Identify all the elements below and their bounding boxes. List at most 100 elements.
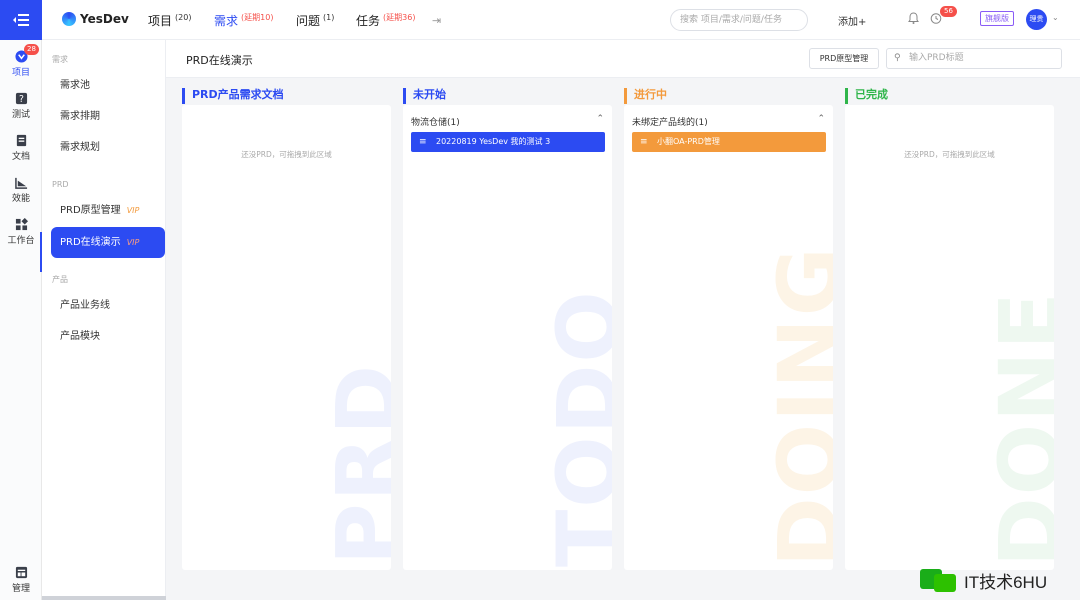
secondary-sidebar: 需求 需求池 需求排期 需求规划 PRD PRD原型管理 VIP PRD在线演示 V… bbox=[42, 40, 166, 600]
search-icon: ⚲ bbox=[894, 53, 901, 63]
chevron-down-icon[interactable]: ⌄ bbox=[1052, 13, 1059, 22]
column-title: 进行中 bbox=[624, 88, 833, 104]
footer-brand-text: IT技术6HU bbox=[964, 572, 1048, 592]
reminder-badge: 56 bbox=[940, 6, 957, 17]
rail-test-label: 测试 bbox=[11, 110, 30, 120]
column-dropzone[interactable]: DONE 还没PRD，可拖拽到此区域 bbox=[845, 105, 1054, 570]
global-search-input[interactable]: 搜索 项目/需求/问题/任务 bbox=[670, 9, 808, 31]
sidebar-item-prd-prototype[interactable]: PRD原型管理 VIP bbox=[51, 195, 165, 226]
sidebar-section-title: PRD bbox=[52, 180, 69, 189]
wechat-logo-icon bbox=[920, 569, 956, 592]
edition-badge[interactable]: 旗舰版 bbox=[980, 11, 1014, 26]
drag-handle-icon[interactable]: ≡ bbox=[419, 132, 427, 152]
prd-card-title: 小翻OA-PRD管理 bbox=[657, 137, 720, 146]
column-dropzone[interactable]: PRD 还没PRD，可拖拽到此区域 bbox=[182, 105, 391, 570]
group-header[interactable]: 物流仓储(1) ⌃ bbox=[411, 114, 604, 128]
column-title: PRD产品需求文档 bbox=[182, 88, 391, 104]
column-watermark: DONE bbox=[981, 290, 1054, 567]
sidebar-scrollbar[interactable] bbox=[42, 596, 166, 600]
nav-task[interactable]: 任务 (延期36) bbox=[356, 12, 415, 29]
sidebar-item-requirement-pool[interactable]: 需求池 bbox=[51, 70, 165, 101]
nav-requirement-count: (延期10) bbox=[241, 13, 274, 22]
group-title: 未绑定产品线的(1) bbox=[632, 118, 708, 128]
prd-prototype-button[interactable]: PRD原型管理 bbox=[809, 48, 879, 69]
kanban-column-done: 已完成 DONE 还没PRD，可拖拽到此区域 bbox=[845, 88, 1054, 570]
sidebar-item-product-module[interactable]: 产品模块 bbox=[51, 321, 165, 352]
column-title: 已完成 bbox=[845, 88, 1054, 104]
nav-task-count: (延期36) bbox=[383, 13, 416, 22]
chevron-up-icon[interactable]: ⌃ bbox=[596, 114, 604, 124]
rail-project-badge: 28 bbox=[24, 44, 39, 55]
sidebar-item-label: PRD在线演示 bbox=[60, 237, 121, 248]
chevron-up-icon[interactable]: ⌃ bbox=[817, 114, 825, 124]
svg-text:?: ? bbox=[19, 94, 24, 105]
test-icon: ? bbox=[15, 92, 27, 105]
nav-project[interactable]: 项目 (20) bbox=[148, 12, 191, 29]
column-watermark: PRD bbox=[318, 363, 391, 565]
icon-rail: 28 项目 ? 测试 文档 效能 工作台 管理 bbox=[0, 0, 42, 600]
rail-doc-label: 文档 bbox=[11, 152, 30, 162]
rail-item-doc[interactable]: 文档 bbox=[0, 134, 42, 162]
nav-issue-label: 问题 bbox=[296, 14, 321, 28]
vip-badge: VIP bbox=[126, 206, 140, 215]
prd-card[interactable]: ≡ 20220819 YesDev 我的测试 3 bbox=[411, 132, 605, 152]
performance-icon bbox=[14, 177, 27, 189]
rail-project-label: 项目 bbox=[11, 68, 30, 78]
sidebar-item-requirement-schedule[interactable]: 需求排期 bbox=[51, 101, 165, 132]
column-dropzone[interactable]: TODO 物流仓储(1) ⌃ ≡ 20220819 YesDev 我的测试 3 bbox=[403, 105, 612, 570]
kanban-column-doing: 进行中 DOING 未绑定产品线的(1) ⌃ ≡ 小翻OA-PRD管理 bbox=[624, 88, 833, 570]
rail-item-performance[interactable]: 效能 bbox=[0, 176, 42, 204]
empty-state-text: 还没PRD，可拖拽到此区域 bbox=[904, 150, 995, 159]
page-title: PRD在线演示 bbox=[186, 54, 253, 67]
kanban-column-prd: PRD产品需求文档 PRD 还没PRD，可拖拽到此区域 bbox=[182, 88, 391, 570]
prd-search-placeholder: 输入PRD标题 bbox=[909, 53, 964, 63]
prd-card[interactable]: ≡ 小翻OA-PRD管理 bbox=[632, 132, 826, 152]
empty-state-text: 还没PRD，可拖拽到此区域 bbox=[241, 150, 332, 159]
footer-brand: IT技术6HU bbox=[918, 566, 1047, 594]
brand-logo[interactable]: YesDev bbox=[62, 12, 129, 26]
rail-admin-label: 管理 bbox=[11, 584, 30, 594]
kanban-column-todo: 未开始 TODO 物流仓储(1) ⌃ ≡ 20220819 YesDev 我的测… bbox=[403, 88, 612, 570]
workbench-icon bbox=[15, 218, 28, 231]
rail-workbench-label: 工作台 bbox=[7, 236, 35, 246]
nav-project-count: (20) bbox=[175, 13, 192, 22]
menu-toggle-button[interactable] bbox=[0, 0, 42, 40]
prd-search-input[interactable]: ⚲ 输入PRD标题 bbox=[886, 48, 1062, 69]
nav-task-label: 任务 bbox=[356, 14, 381, 28]
sidebar-item-product-line[interactable]: 产品业务线 bbox=[51, 290, 165, 321]
column-dropzone[interactable]: DOING 未绑定产品线的(1) ⌃ ≡ 小翻OA-PRD管理 bbox=[624, 105, 833, 570]
nav-requirement-label: 需求 bbox=[214, 14, 239, 28]
nav-enter-icon[interactable]: ⇥ bbox=[432, 14, 441, 27]
column-title: 未开始 bbox=[403, 88, 612, 104]
user-avatar[interactable]: 理贵 bbox=[1026, 9, 1047, 30]
prd-card-title: 20220819 YesDev 我的测试 3 bbox=[436, 137, 551, 146]
bell-icon[interactable] bbox=[908, 12, 919, 27]
sidebar-section-title: 产品 bbox=[52, 275, 68, 284]
rail-item-admin[interactable]: 管理 bbox=[0, 566, 42, 594]
menu-icon bbox=[13, 14, 29, 26]
brand-name: YesDev bbox=[80, 12, 129, 26]
yesdev-logo-icon bbox=[62, 12, 76, 26]
nav-requirement[interactable]: 需求 (延期10) bbox=[214, 12, 273, 29]
admin-icon bbox=[15, 566, 27, 579]
rail-item-project[interactable]: 28 项目 bbox=[0, 44, 42, 78]
group-header[interactable]: 未绑定产品线的(1) ⌃ bbox=[632, 114, 825, 128]
top-header: YesDev 项目 (20) 需求 (延期10) 问题 (1) 任务 (延期36) ⇥ … bbox=[42, 0, 1080, 40]
rail-item-workbench[interactable]: 工作台 bbox=[0, 218, 42, 246]
drag-handle-icon[interactable]: ≡ bbox=[640, 132, 648, 152]
sidebar-item-label: PRD原型管理 bbox=[60, 205, 121, 216]
rail-item-test[interactable]: ? 测试 bbox=[0, 92, 42, 120]
sidebar-section-title: 需求 bbox=[52, 55, 68, 64]
sidebar-item-requirement-plan[interactable]: 需求规划 bbox=[51, 132, 165, 163]
vip-badge: VIP bbox=[126, 238, 140, 247]
nav-project-label: 项目 bbox=[148, 14, 173, 28]
doc-icon bbox=[16, 134, 26, 147]
rail-performance-label: 效能 bbox=[11, 194, 30, 204]
add-button[interactable]: 添加+ bbox=[838, 13, 866, 28]
sidebar-item-prd-online-demo[interactable]: PRD在线演示 VIP bbox=[51, 227, 165, 258]
group-title: 物流仓储(1) bbox=[411, 118, 460, 128]
main-content: PRD在线演示 PRD原型管理 ⚲ 输入PRD标题 PRD产品需求文档 PRD … bbox=[166, 40, 1080, 600]
nav-issue-count: (1) bbox=[323, 13, 335, 22]
nav-issue[interactable]: 问题 (1) bbox=[296, 12, 334, 29]
column-watermark: TODO bbox=[539, 289, 612, 567]
